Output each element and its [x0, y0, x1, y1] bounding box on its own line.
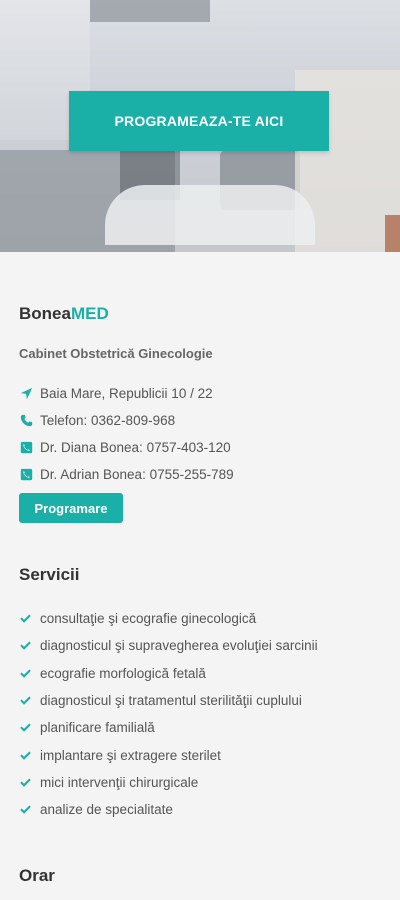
schedule-title: Orar — [19, 866, 55, 886]
check-icon — [19, 749, 32, 762]
list-item: planificare familială — [19, 714, 381, 741]
check-icon — [19, 612, 32, 625]
service-label: mici intervenţii chirurgicale — [40, 774, 199, 790]
contact-phone[interactable]: Telefon: 0362-809-968 — [19, 407, 381, 434]
list-item: consultaţie şi ecografie ginecologică — [19, 605, 381, 632]
location-arrow-icon — [19, 387, 33, 401]
brand-name-accent: MED — [70, 304, 109, 323]
list-item: diagnosticul şi tratamentul sterilităţii… — [19, 687, 381, 714]
check-icon — [19, 776, 32, 789]
check-icon — [19, 721, 32, 734]
brand-name-main: Bonea — [19, 304, 71, 323]
hero-photo-detail — [385, 215, 400, 252]
hero-photo-table — [105, 185, 315, 245]
service-label: implantare şi extragere sterilet — [40, 747, 221, 763]
book-appointment-cta-button[interactable]: PROGRAMEAZA-TE AICI — [69, 91, 329, 151]
contact-address-text: Baia Mare, Republicii 10 / 22 — [40, 386, 213, 401]
contact-adrian[interactable]: Dr. Adrian Bonea: 0755-255-789 — [19, 461, 381, 488]
hero-banner: PROGRAMEAZA-TE AICI — [0, 0, 400, 252]
services-list: consultaţie şi ecografie ginecologică di… — [19, 605, 381, 823]
list-item: ecografie morfologică fetală — [19, 660, 381, 687]
service-label: ecografie morfologică fetală — [40, 665, 206, 681]
hero-photo-shelf — [90, 0, 210, 22]
contact-diana-text: Dr. Diana Bonea: 0757-403-120 — [40, 440, 231, 455]
services-title: Servicii — [19, 565, 80, 584]
service-label: analize de specialitate — [40, 802, 173, 818]
clinic-subtitle: Cabinet Obstetrică Ginecologie — [19, 346, 213, 361]
check-icon — [19, 694, 32, 707]
contact-diana[interactable]: Dr. Diana Bonea: 0757-403-120 — [19, 434, 381, 461]
programare-button[interactable]: Programare — [19, 493, 123, 523]
service-label: planificare familială — [40, 720, 155, 736]
list-item: implantare şi extragere sterilet — [19, 741, 381, 768]
list-item: analize de specialitate — [19, 796, 381, 823]
check-icon — [19, 639, 32, 652]
check-icon — [19, 803, 32, 816]
contact-phone-text: Telefon: 0362-809-968 — [40, 413, 176, 428]
service-label: consultaţie şi ecografie ginecologică — [40, 611, 257, 627]
contact-list: Baia Mare, Republicii 10 / 22 Telefon: 0… — [19, 380, 381, 488]
brand-title: BoneaMED — [19, 304, 381, 324]
check-icon — [19, 667, 32, 680]
service-label: diagnosticul şi supravegherea evoluţiei … — [40, 638, 318, 654]
clinic-info: BoneaMED Cabinet Obstetrică Ginecologie … — [0, 304, 400, 886]
phone-square-icon — [19, 468, 33, 482]
service-label: diagnosticul şi tratamentul sterilităţii… — [40, 693, 302, 709]
contact-adrian-text: Dr. Adrian Bonea: 0755-255-789 — [40, 467, 234, 482]
list-item: diagnosticul şi supravegherea evoluţiei … — [19, 632, 381, 659]
phone-icon — [19, 414, 33, 428]
list-item: mici intervenţii chirurgicale — [19, 769, 381, 796]
contact-address: Baia Mare, Republicii 10 / 22 — [19, 380, 381, 407]
phone-square-icon — [19, 441, 33, 455]
